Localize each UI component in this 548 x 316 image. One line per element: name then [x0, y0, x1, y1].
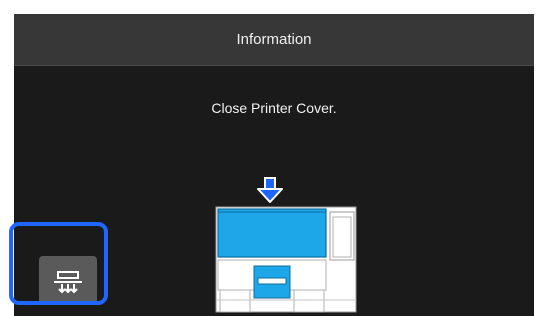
highlight-frame [9, 222, 108, 305]
page-title: Information [236, 31, 312, 48]
printer-leg-left [219, 289, 251, 313]
instruction-message: Close Printer Cover. [211, 100, 337, 116]
printer-leg-right [293, 289, 325, 313]
header-bar: Information [14, 14, 534, 66]
arrow-down-icon [257, 177, 283, 203]
printer-illustration [215, 177, 357, 313]
printer-side-window [332, 216, 352, 258]
printer-tray-slot [257, 277, 287, 285]
printer-cover [217, 208, 327, 258]
